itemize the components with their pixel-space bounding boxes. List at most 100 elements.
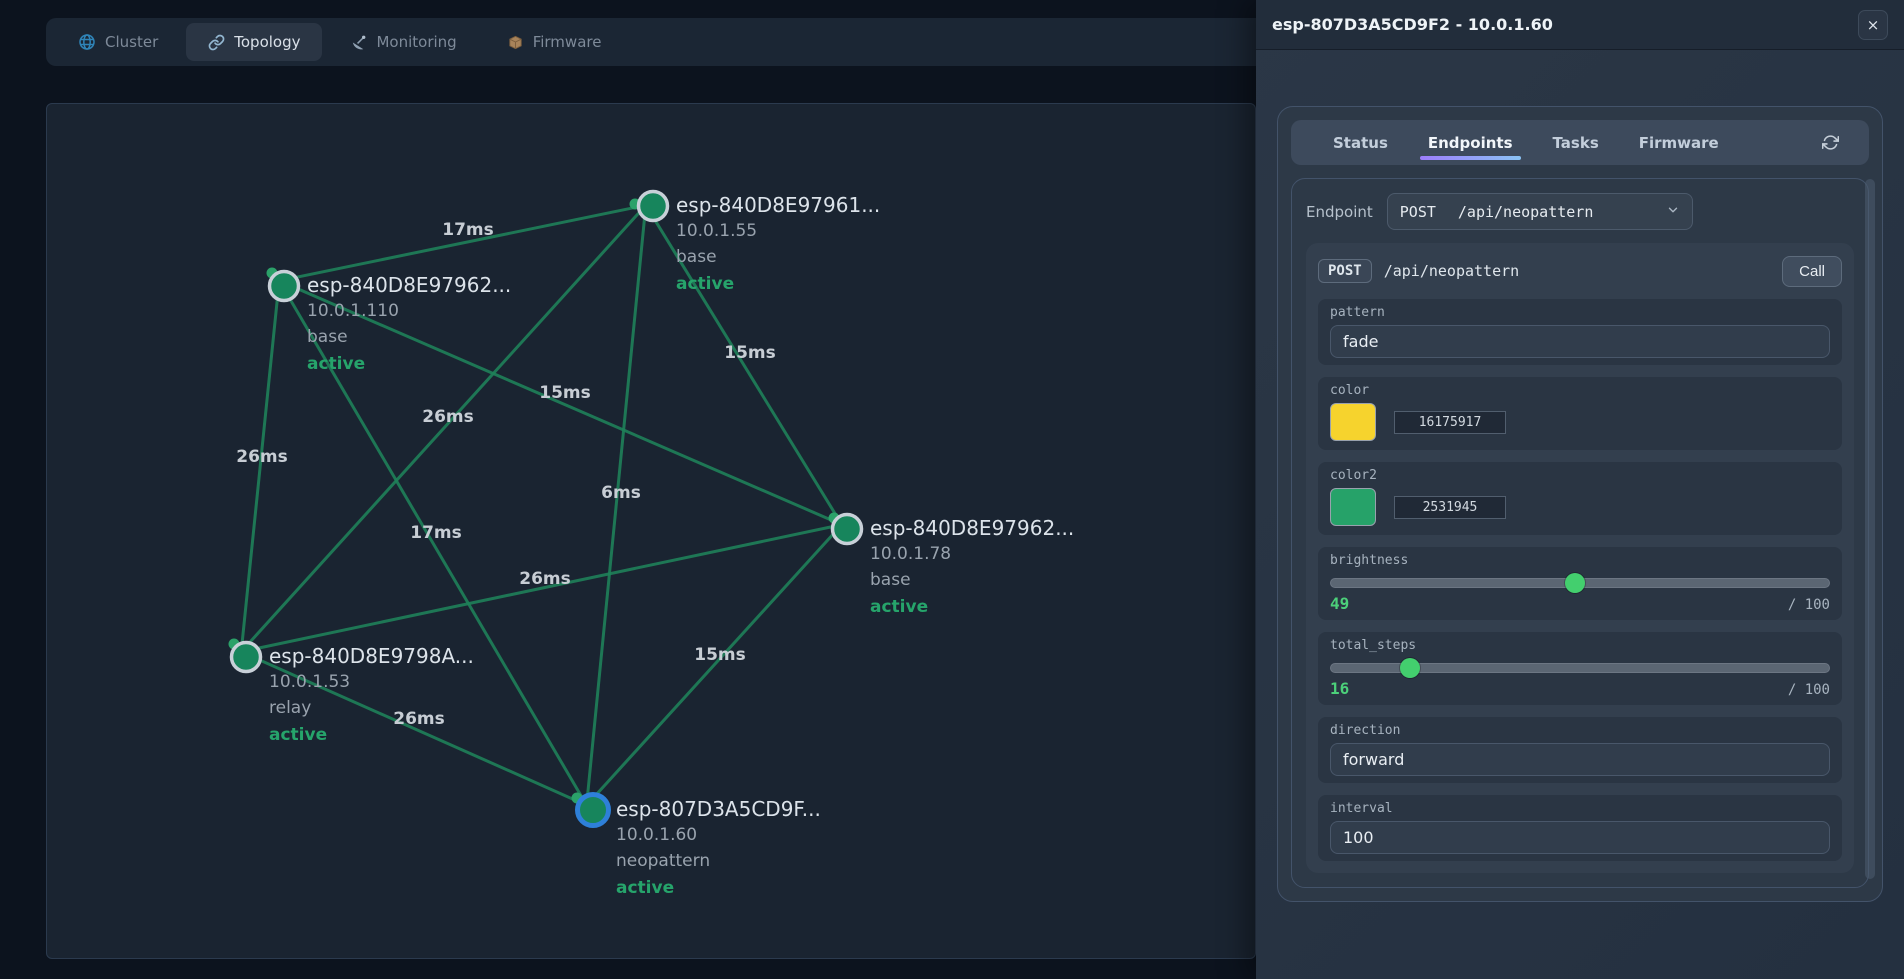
field-brightness: brightness 49 / 100 <box>1318 547 1842 620</box>
package-icon <box>507 34 524 51</box>
device-node[interactable] <box>639 192 668 221</box>
node-name: esp-807D3A5CD9F... <box>616 797 821 822</box>
drawer-tabbar: Status Endpoints Tasks Firmware <box>1291 120 1869 165</box>
brightness-value: 49 <box>1330 594 1349 613</box>
field-label: color <box>1330 382 1830 399</box>
refresh-icon[interactable] <box>1822 134 1839 151</box>
field-label: brightness <box>1330 552 1830 569</box>
topology-canvas: 17ms15ms26ms6ms15ms26ms17ms26ms15ms26mse… <box>46 103 1256 959</box>
node-label: esp-807D3A5CD9F...10.0.1.60neopatternact… <box>616 797 821 902</box>
endpoint-select-path: /api/neopattern <box>1458 203 1593 221</box>
endpoint-path: /api/neopattern <box>1384 262 1519 280</box>
interval-input[interactable]: 100 <box>1330 821 1830 854</box>
field-total-steps: total_steps 16 / 100 <box>1318 632 1842 705</box>
edge-line <box>279 205 646 281</box>
edge-latency-label: 26ms <box>236 447 288 467</box>
nav-item-monitoring[interactable]: Monitoring <box>328 23 478 61</box>
device-node[interactable] <box>270 272 299 301</box>
color2-swatch[interactable] <box>1330 488 1376 526</box>
field-label: total_steps <box>1330 637 1830 654</box>
globe-icon <box>78 33 96 51</box>
color-value-input[interactable]: 16175917 <box>1394 411 1506 434</box>
node-name: esp-840D8E97961... <box>676 193 880 218</box>
brightness-max: / 100 <box>1788 597 1830 613</box>
nav-item-firmware[interactable]: Firmware <box>485 23 624 61</box>
field-interval: interval 100 <box>1318 795 1842 861</box>
endpoint-card: POST /api/neopattern Call pattern fade c… <box>1306 243 1854 873</box>
slider-thumb[interactable] <box>1400 658 1420 678</box>
node-status: active <box>616 874 821 902</box>
device-drawer: esp-807D3A5CD9F2 - 10.0.1.60 × Status En… <box>1256 0 1904 979</box>
node-name: esp-840D8E9798A... <box>269 644 474 669</box>
node-label: esp-840D8E97961...10.0.1.55baseactive <box>676 193 880 298</box>
slider-thumb[interactable] <box>1565 573 1585 593</box>
field-label: pattern <box>1330 304 1830 321</box>
nav-item-label: Cluster <box>105 33 158 51</box>
nav-item-label: Firmware <box>533 33 602 51</box>
nav-item-cluster[interactable]: Cluster <box>56 23 180 61</box>
tab-status[interactable]: Status <box>1333 120 1388 165</box>
edge-line <box>587 205 646 805</box>
node-ip: 10.0.1.60 <box>616 822 821 848</box>
call-button[interactable]: Call <box>1782 256 1842 287</box>
link-icon <box>208 34 225 51</box>
node-status: active <box>307 350 511 378</box>
total-steps-max: / 100 <box>1788 682 1830 698</box>
edge-latency-label: 26ms <box>422 407 474 427</box>
tab-tasks[interactable]: Tasks <box>1553 120 1599 165</box>
color-swatch[interactable] <box>1330 403 1376 441</box>
close-icon[interactable]: × <box>1858 10 1888 40</box>
node-role: base <box>307 324 511 350</box>
node-status: active <box>870 593 1074 621</box>
device-node[interactable] <box>232 643 261 672</box>
drawer-header: esp-807D3A5CD9F2 - 10.0.1.60 × <box>1256 0 1904 50</box>
endpoint-select-method: POST <box>1400 203 1436 221</box>
endpoint-header-row: POST /api/neopattern Call <box>1318 255 1842 287</box>
endpoint-section: Endpoint POST /api/neopattern POST /api/… <box>1291 178 1869 888</box>
node-ip: 10.0.1.55 <box>676 218 880 244</box>
nav-item-topology[interactable]: Topology <box>186 23 322 61</box>
node-status: active <box>676 270 880 298</box>
total-steps-slider[interactable] <box>1330 658 1830 678</box>
edge-latency-label: 17ms <box>442 220 494 240</box>
chevron-down-icon <box>1666 203 1680 221</box>
node-label: esp-840D8E9798A...10.0.1.53relayactive <box>269 644 474 749</box>
edge-latency-label: 17ms <box>410 523 462 543</box>
node-ip: 10.0.1.110 <box>307 298 511 324</box>
direction-input[interactable]: forward <box>1330 743 1830 776</box>
endpoint-select[interactable]: POST /api/neopattern <box>1387 193 1693 230</box>
tab-firmware[interactable]: Firmware <box>1639 120 1719 165</box>
field-label: interval <box>1330 800 1830 817</box>
edge-latency-label: 15ms <box>539 383 591 403</box>
pattern-input[interactable]: fade <box>1330 325 1830 358</box>
nav-item-label: Monitoring <box>376 33 456 51</box>
field-color2: color2 2531945 <box>1318 462 1842 535</box>
app: Cluster Topology Monitoring <box>0 0 1904 979</box>
drawer-content-card: Status Endpoints Tasks Firmware Endpoint… <box>1277 106 1883 902</box>
device-node[interactable] <box>578 795 609 826</box>
device-node[interactable] <box>833 515 862 544</box>
tab-endpoints[interactable]: Endpoints <box>1428 120 1513 165</box>
color2-value-input[interactable]: 2531945 <box>1394 496 1506 519</box>
field-direction: direction forward <box>1318 717 1842 783</box>
node-name: esp-840D8E97962... <box>307 273 511 298</box>
nav-item-label: Topology <box>234 33 300 51</box>
node-status: active <box>269 721 474 749</box>
drawer-scrollbar[interactable] <box>1865 179 1875 879</box>
endpoint-label: Endpoint <box>1306 203 1373 221</box>
edge-latency-label: 26ms <box>519 569 571 589</box>
node-role: base <box>870 567 1074 593</box>
total-steps-value: 16 <box>1330 679 1349 698</box>
satellite-icon <box>350 34 367 51</box>
brightness-slider[interactable] <box>1330 573 1830 593</box>
node-role: relay <box>269 695 474 721</box>
edge-latency-label: 15ms <box>724 343 776 363</box>
node-role: base <box>676 244 880 270</box>
edge-latency-label: 15ms <box>694 645 746 665</box>
node-role: neopattern <box>616 848 821 874</box>
drawer-title: esp-807D3A5CD9F2 - 10.0.1.60 <box>1272 15 1553 34</box>
method-badge: POST <box>1318 259 1372 283</box>
node-label: esp-840D8E97962...10.0.1.110baseactive <box>307 273 511 378</box>
edge-latency-label: 6ms <box>601 483 641 503</box>
node-ip: 10.0.1.78 <box>870 541 1074 567</box>
